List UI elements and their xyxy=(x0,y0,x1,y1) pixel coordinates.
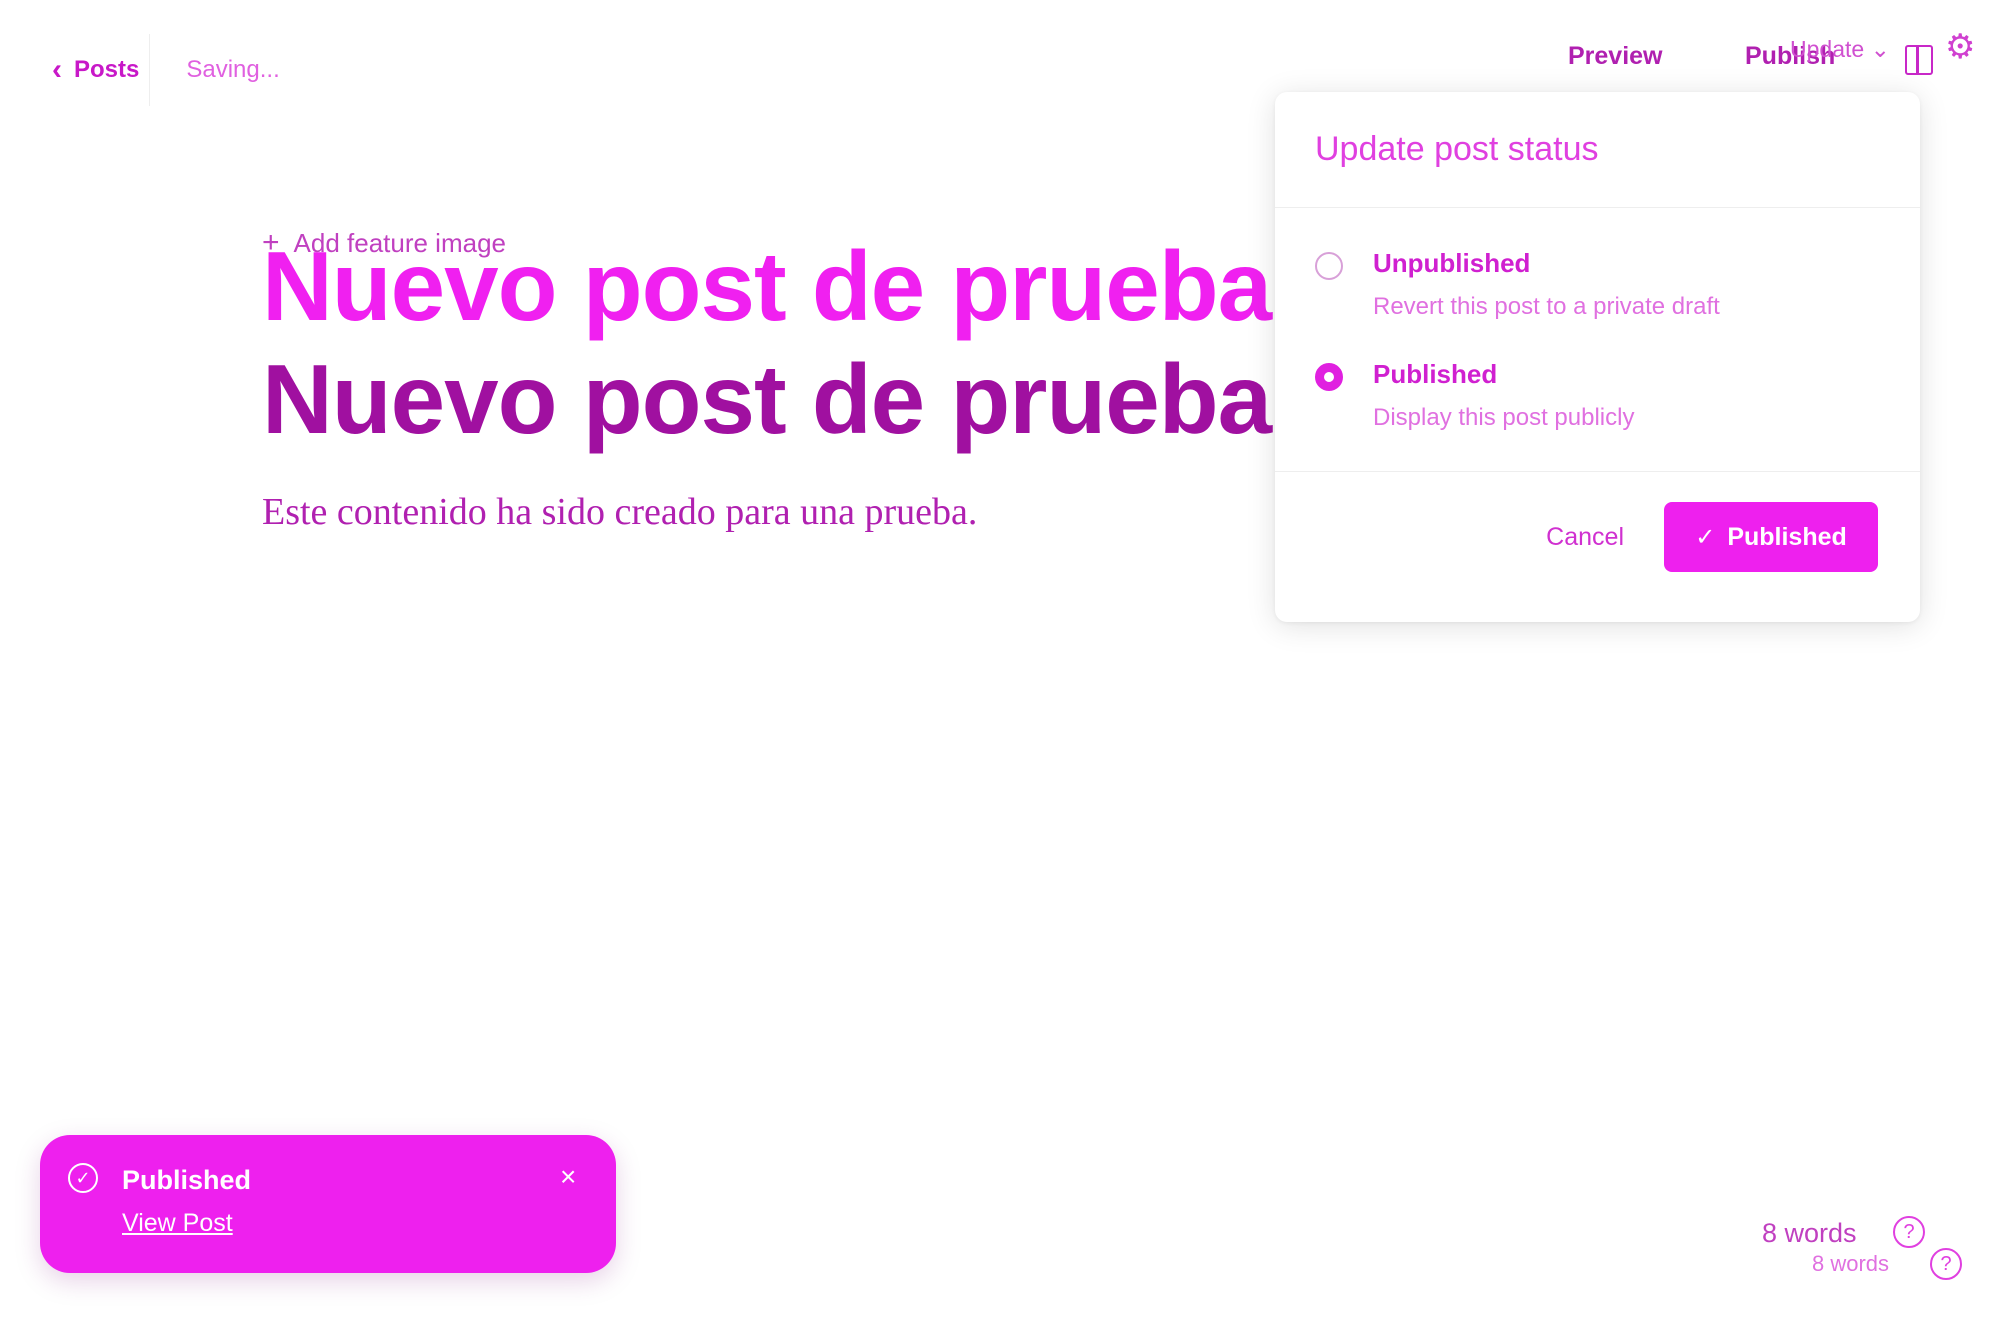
status-option-published[interactable]: Published Display this post publicly xyxy=(1315,359,1880,432)
check-circle-icon: ✓ xyxy=(1695,523,1716,551)
option-description: Display this post publicly xyxy=(1373,404,1635,431)
topbar-divider xyxy=(149,34,151,106)
chevron-down-icon: ⌄ xyxy=(1870,36,1890,62)
gear-icon[interactable]: ⚙ xyxy=(1945,30,1975,64)
help-icon[interactable]: ? xyxy=(1893,1216,1925,1248)
view-post-link[interactable]: View Post xyxy=(122,1209,233,1238)
post-status-popover: Update post status Unpublished Revert th… xyxy=(1275,92,1920,622)
topbar-left: ‹ Posts Saving... xyxy=(52,34,280,106)
editor-page: ‹ Posts Saving... Preview Publish Update… xyxy=(0,0,2000,1320)
status-option-unpublished[interactable]: Unpublished Revert this post to a privat… xyxy=(1315,248,1880,321)
confirm-label: Published xyxy=(1727,522,1847,551)
chevron-left-icon: ‹ xyxy=(52,53,62,86)
option-description: Revert this post to a private draft xyxy=(1373,293,1720,320)
back-link-label: Posts xyxy=(74,56,140,83)
toast-title: Published xyxy=(122,1165,252,1195)
help-icon[interactable]: ? xyxy=(1930,1248,1962,1280)
option-label: Unpublished xyxy=(1373,248,1531,278)
popover-title: Update post status xyxy=(1315,130,1599,168)
close-icon[interactable]: × xyxy=(560,1161,576,1193)
option-label: Published xyxy=(1373,359,1498,389)
radio-checked[interactable] xyxy=(1315,363,1343,391)
confirm-published-button[interactable]: ✓ Published xyxy=(1664,502,1878,572)
option-text: Published Display this post publicly xyxy=(1373,359,1634,432)
option-text: Unpublished Revert this post to a privat… xyxy=(1373,248,1720,321)
check-circle-icon: ✓ xyxy=(68,1163,98,1193)
post-title-heading: Nuevo post de prueba xyxy=(262,344,1272,454)
post-title-input[interactable]: Nuevo post de prueba xyxy=(262,230,1272,343)
popover-header: Update post status xyxy=(1275,92,1920,208)
post-body-editor[interactable]: Este contenido ha sido creado para una p… xyxy=(262,490,977,534)
radio-unchecked[interactable] xyxy=(1315,252,1343,280)
update-label: Update xyxy=(1790,36,1865,62)
status-options: Unpublished Revert this post to a privat… xyxy=(1275,208,1920,472)
back-to-posts-link[interactable]: ‹ Posts xyxy=(52,55,139,85)
sidebar-toggle-icon[interactable] xyxy=(1905,45,1933,75)
word-count: 8 words xyxy=(1762,1218,1857,1248)
published-toast: ✓ Published View Post × xyxy=(40,1135,616,1273)
preview-button[interactable]: Preview xyxy=(1568,42,1663,71)
save-status: Saving... xyxy=(186,56,280,83)
update-button[interactable]: Update ⌄ xyxy=(1790,36,1890,63)
cancel-button[interactable]: Cancel xyxy=(1546,523,1624,552)
popover-footer: Cancel ✓ Published xyxy=(1275,472,1920,572)
word-count-secondary: 8 words xyxy=(1812,1251,1890,1276)
